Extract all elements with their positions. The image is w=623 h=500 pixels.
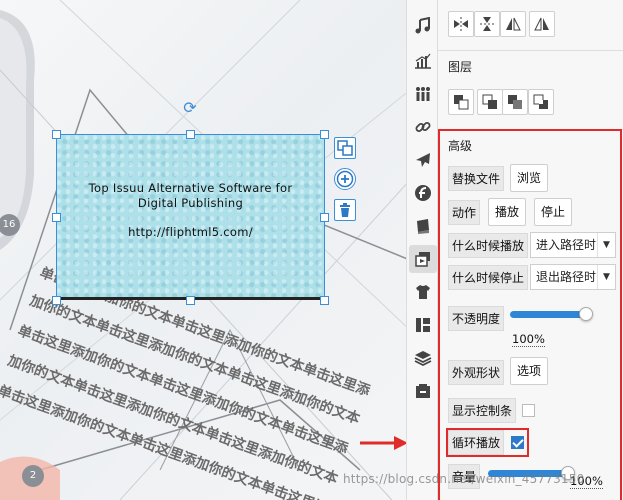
send-backward-button[interactable] [502,89,528,115]
chevron-down-icon: ▼ [597,233,615,257]
advanced-section-title: 高级 [448,139,473,153]
mirror-left-button[interactable] [500,11,526,37]
send-back-icon [533,94,548,109]
add-object-button[interactable] [334,168,356,190]
editor-canvas[interactable]: 16 2 单击这里添加你的文本单击这里添加你的文本单击这里添 加你的文本单击这里… [0,0,410,500]
airplane-icon[interactable] [409,146,437,174]
object-url: http://fliphtml5.com/ [128,225,253,239]
when-stop-label: 什么时候停止 [448,265,529,290]
when-play-select[interactable]: 进入路径时 ▼ [530,232,616,258]
bring-to-front-button[interactable] [448,89,474,115]
divider [438,129,623,130]
flip-horizontal-button[interactable] [448,11,474,37]
bring-front-icon [454,95,469,110]
watermark: https://blog.csdn.net/weixin_45773150 [343,472,585,486]
flip-vertical-icon [480,17,494,31]
send-to-back-button[interactable] [528,89,554,115]
resize-handle-n[interactable] [186,130,195,139]
opacity-slider-thumb[interactable] [579,307,593,321]
page-number-badge: 2 [22,465,44,487]
selected-media-object[interactable]: Top Issuu Alternative Software for Digit… [56,134,325,300]
layout-icon[interactable] [409,311,437,339]
resize-handle-sw[interactable] [52,296,61,305]
resize-handle-w[interactable] [52,213,61,222]
resize-handle-se[interactable] [320,296,329,305]
object-title: Top Issuu Alternative Software for Digit… [57,181,324,211]
bring-forward-button[interactable] [477,89,503,115]
replace-file-label: 替换文件 [448,166,505,191]
media-icon[interactable] [409,245,437,273]
when-play-value: 进入路径时 [536,238,597,252]
mirror-right-button[interactable] [529,11,555,37]
flip-vertical-button[interactable] [474,11,500,37]
layers-icon[interactable] [409,344,437,372]
flip-horizontal-icon [454,17,468,31]
opacity-label: 不透明度 [448,306,505,331]
object-title-line: Top Issuu Alternative Software for [88,181,293,195]
divider [438,50,623,51]
send-backward-icon [508,95,522,109]
people-icon[interactable] [409,80,437,108]
tool-sidebar [406,0,438,500]
when-stop-select[interactable]: 退出路径时 ▼ [530,264,616,290]
mirror-right-icon [534,17,549,31]
browse-button[interactable]: 浏览 [510,164,549,192]
red-arrow-annotation [360,436,408,450]
plus-circle-icon [336,170,354,188]
link-icon[interactable] [409,113,437,141]
opacity-value: 100% [512,332,545,347]
resize-handle-s[interactable] [186,296,195,305]
loop-label: 循环播放 [448,430,505,455]
copy-icon [337,140,353,156]
show-controls-label: 显示控制条 [448,398,517,423]
chevron-down-icon: ▼ [597,265,615,289]
show-controls-checkbox[interactable] [522,404,535,417]
delete-object-button[interactable] [334,199,356,221]
properties-panel: 图层 高级 替换文件 浏览 动作 播放 停止 什么时候播放 进入路径时 ▼ 什么… [438,0,623,500]
resize-handle-ne[interactable] [320,130,329,139]
layer-section-title: 图层 [448,60,473,74]
copy-object-button[interactable] [334,137,356,159]
archive-icon[interactable] [409,377,437,405]
stop-button[interactable]: 停止 [534,198,573,226]
opacity-slider[interactable] [510,311,586,318]
loop-checkbox[interactable] [511,436,524,449]
when-play-label: 什么时候播放 [448,233,529,258]
options-button[interactable]: 选项 [510,357,549,385]
music-icon[interactable] [409,12,437,40]
shirt-icon[interactable] [409,278,437,306]
action-label: 动作 [448,200,481,225]
resize-handle-nw[interactable] [52,130,61,139]
object-title-line: Digital Publishing [137,196,244,210]
mirror-left-icon [506,17,521,31]
flash-icon[interactable] [409,179,437,207]
chart-icon[interactable] [409,47,437,75]
book-icon[interactable] [409,212,437,240]
trash-icon [340,203,350,217]
bring-forward-icon [482,94,497,109]
play-button[interactable]: 播放 [488,198,527,226]
appearance-label: 外观形状 [448,360,505,385]
when-stop-value: 退出路径时 [536,270,597,284]
resize-handle-e[interactable] [320,213,329,222]
rotate-handle-icon[interactable]: ⟳ [182,100,198,116]
